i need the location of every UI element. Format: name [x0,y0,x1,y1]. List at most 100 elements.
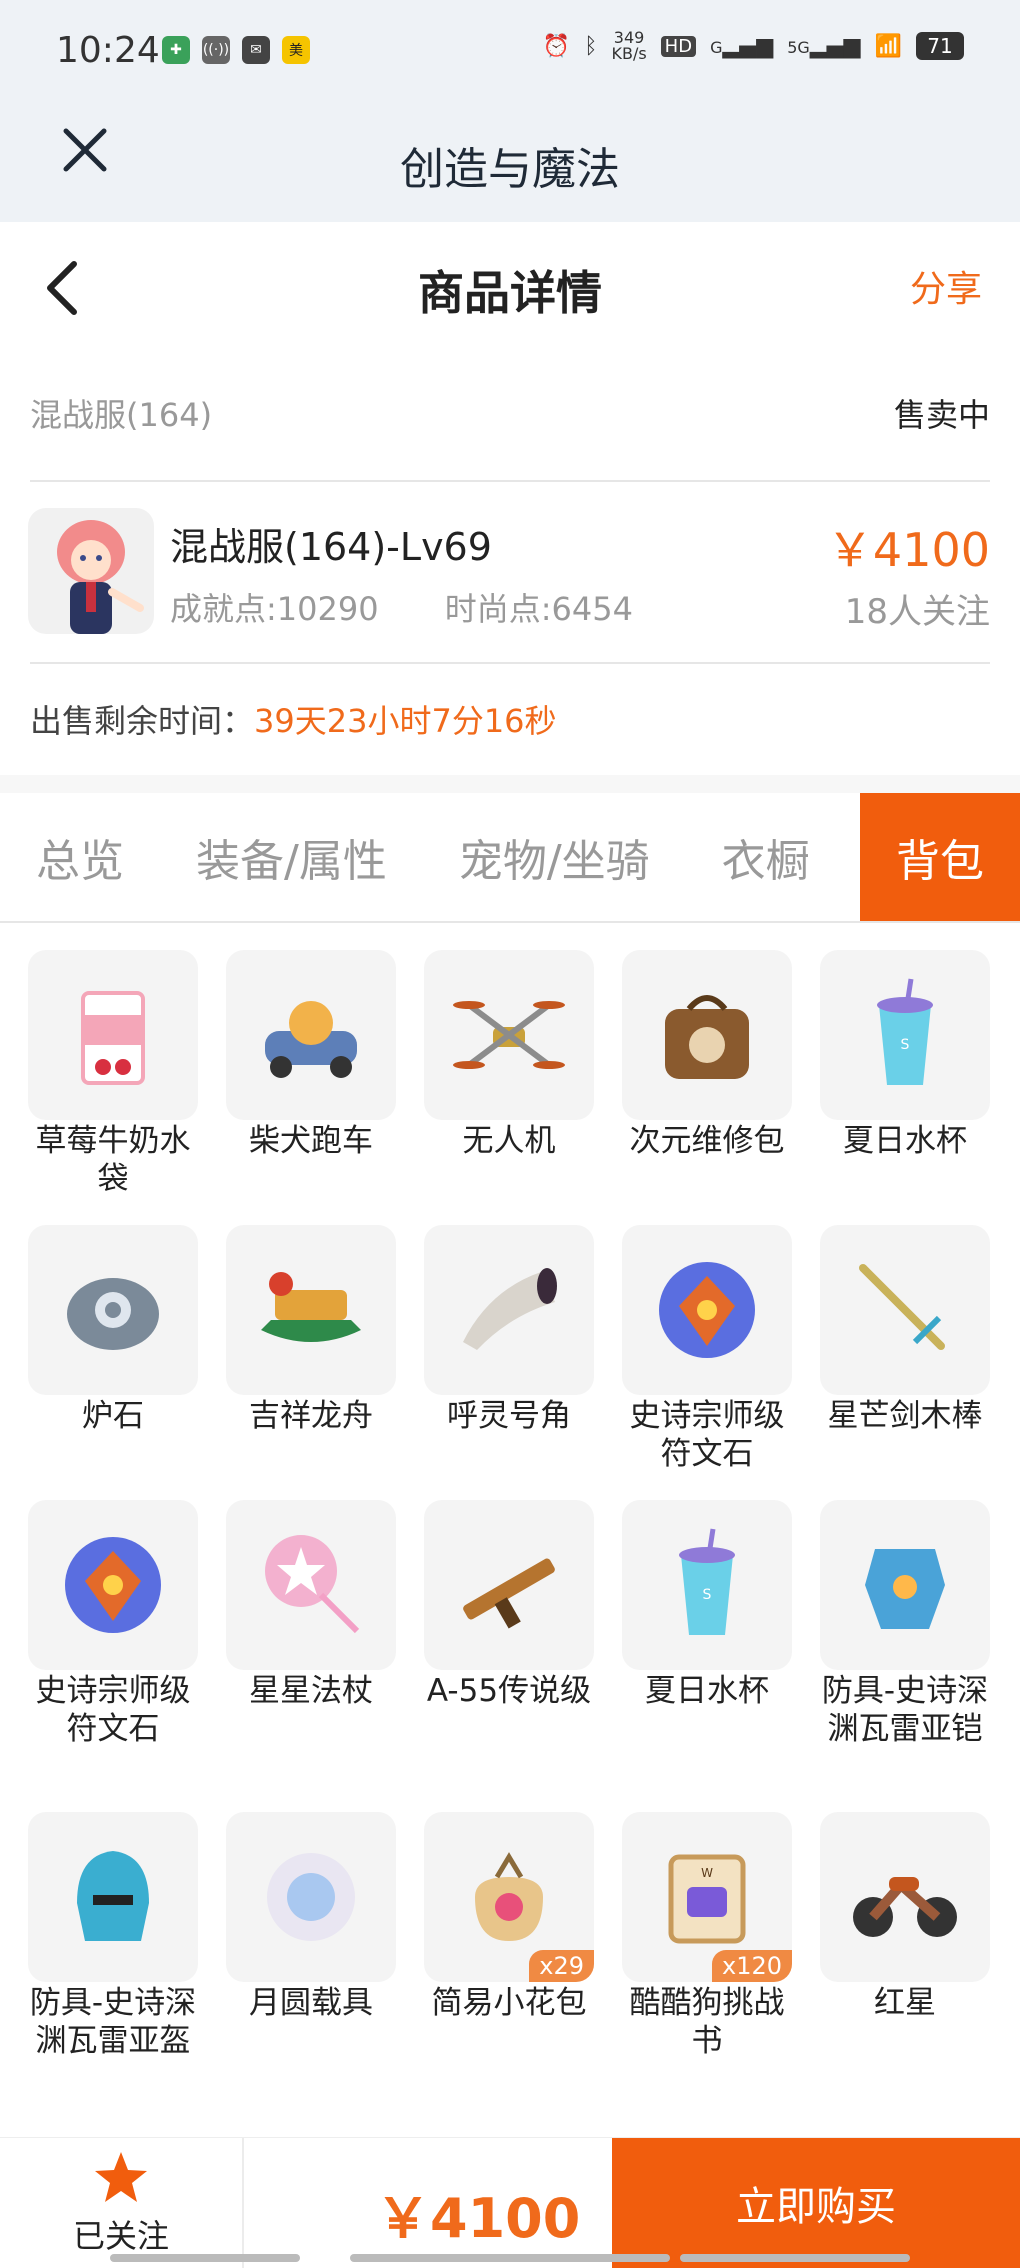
dragon-boat-icon [261,1272,361,1342]
server-row: 混战服(164) 售卖中 [30,390,990,450]
remaining-time: 出售剩余时间：39天23小时7分16秒 [30,696,557,742]
wifi-icon: 📶 [874,33,902,59]
item-thumbnail [820,1500,990,1670]
item-label: A-55传说级 [426,1673,592,1709]
status-time: 10:24 [56,30,160,71]
item-thumbnail: S [820,950,990,1120]
item-label: 史诗宗师级符文石 [629,1398,785,1472]
item-thumbnail [226,1812,396,1982]
backpack-item[interactable]: 柴犬跑车 [226,950,396,1160]
tab-wardrobe[interactable]: 衣橱 [686,793,846,921]
backpack-item[interactable]: 史诗宗师级符文石 [622,1225,792,1473]
item-thumbnail [28,1500,198,1670]
product-name: 混战服(164)-Lv69 [170,525,492,569]
svg-text:S: S [703,1587,712,1603]
star-icon [95,2152,147,2202]
shiba-car-icon [265,1001,357,1078]
backpack-item[interactable]: 吉祥龙舟 [226,1225,396,1435]
status-right-icons: ⏰ ᛒ 349 KB/s HD G▂▄▆ 5G▂▄▆ 📶 71 [543,30,964,62]
item-label: 次元维修包 [629,1123,785,1159]
svg-text:S: S [901,1037,910,1053]
backpack-item[interactable]: 无人机 [424,950,594,1160]
horn-icon [463,1268,557,1350]
buy-now-button[interactable]: 立即购买 [612,2138,1020,2268]
backpack-item[interactable]: 次元维修包 [622,950,792,1160]
item-label: 炉石 [82,1398,144,1434]
armor-icon [865,1549,945,1629]
backpack-item[interactable]: x29 简易小花包 [424,1812,594,2022]
signal-icon: G▂▄▆ [710,33,774,59]
helmet-icon [77,1851,149,1941]
backpack-item[interactable]: 红星 [820,1812,990,2022]
item-label: 星芒剑木棒 [827,1398,983,1434]
backpack-item[interactable]: 星星法杖 [226,1500,396,1710]
item-label: 吉祥龙舟 [249,1398,373,1434]
item-label: 夏日水杯 [645,1673,769,1709]
backpack-item[interactable]: 月圆载具 [226,1812,396,2022]
item-thumbnail: S [622,1500,792,1670]
summer-cup-icon: S [679,1528,735,1635]
battery-icon: 71 [916,32,964,60]
tab-pets[interactable]: 宠物/坐骑 [423,793,686,921]
item-label: 星星法杖 [249,1673,373,1709]
item-label: 防具-史诗深渊瓦雷亚盔 [29,1985,197,2059]
remaining-time-label: 出售剩余时间： [30,702,255,740]
backpack-item[interactable]: A-55传说级 [424,1500,594,1710]
product-price: ￥4100 [826,523,990,577]
backpack-item[interactable]: 草莓牛奶水袋 [28,950,198,1198]
backpack-item[interactable]: 星芒剑木棒 [820,1225,990,1435]
item-thumbnail [820,1225,990,1395]
item-label: 无人机 [462,1123,556,1159]
svg-text:W: W [701,1866,713,1880]
follow-button[interactable]: 已关注 [0,2138,244,2268]
rifle-icon [463,1558,555,1629]
item-thumbnail [424,1500,594,1670]
rune-stone-icon [65,1537,161,1633]
summer-cup-icon: S [877,978,933,1085]
item-thumbnail: Wx120 [622,1812,792,1982]
item-thumbnail [28,1225,198,1395]
avatar [28,508,154,634]
meituan-icon: 美 [282,36,310,64]
backpack-item[interactable]: 防具-史诗深渊瓦雷亚盔 [28,1812,198,2060]
divider [30,662,990,664]
item-label: 月圆载具 [249,1985,373,2021]
star-staff-icon [265,1535,360,1634]
home-indicator [110,2254,300,2262]
motorcycle-icon [853,1877,957,1937]
message-icon: ✉ [242,36,270,64]
repair-bag-icon [665,995,749,1079]
tab-equipment[interactable]: 装备/属性 [160,793,423,921]
backpack-item[interactable]: 炉石 [28,1225,198,1435]
backpack-item[interactable]: 呼灵号角 [424,1225,594,1435]
backpack-item[interactable]: Wx120 酷酷狗挑战书 [622,1812,792,2060]
backpack-item[interactable]: S 夏日水杯 [820,950,990,1160]
bottom-bar: 已关注 ￥4100 立即购买 [0,2137,1020,2268]
signal-5g-icon: 5G▂▄▆ [787,33,861,59]
bluetooth-icon: ᛒ [584,33,598,59]
hotspot-icon: ((·)) [202,36,230,64]
item-thumbnail [622,950,792,1120]
backpack-item[interactable]: 史诗宗师级符文石 [28,1500,198,1748]
share-button[interactable]: 分享 [910,260,982,312]
item-label: 红星 [874,1985,936,2021]
item-thumbnail [226,1225,396,1395]
star-sword-icon [859,1264,945,1350]
divider [30,480,990,482]
item-label: 柴犬跑车 [249,1123,373,1159]
item-thumbnail [226,1500,396,1670]
backpack-item[interactable]: 防具-史诗深渊瓦雷亚铠 [820,1500,990,1748]
follow-label: 已关注 [72,2217,169,2255]
item-thumbnail [424,950,594,1120]
item-label: 简易小花包 [431,1985,587,2021]
tab-overview[interactable]: 总览 [0,793,160,921]
item-label: 草莓牛奶水袋 [35,1123,191,1197]
tab-backpack[interactable]: 背包 [860,793,1020,921]
server-name: 混战服(164) [30,396,213,434]
backpack-item[interactable]: S 夏日水杯 [622,1500,792,1710]
home-indicator [680,2254,910,2262]
challenge-scroll-icon: W [668,1854,746,1944]
item-label: 夏日水杯 [843,1123,967,1159]
remaining-time-value: 39天23小时7分16秒 [254,702,557,740]
character-avatar-icon [57,520,144,634]
